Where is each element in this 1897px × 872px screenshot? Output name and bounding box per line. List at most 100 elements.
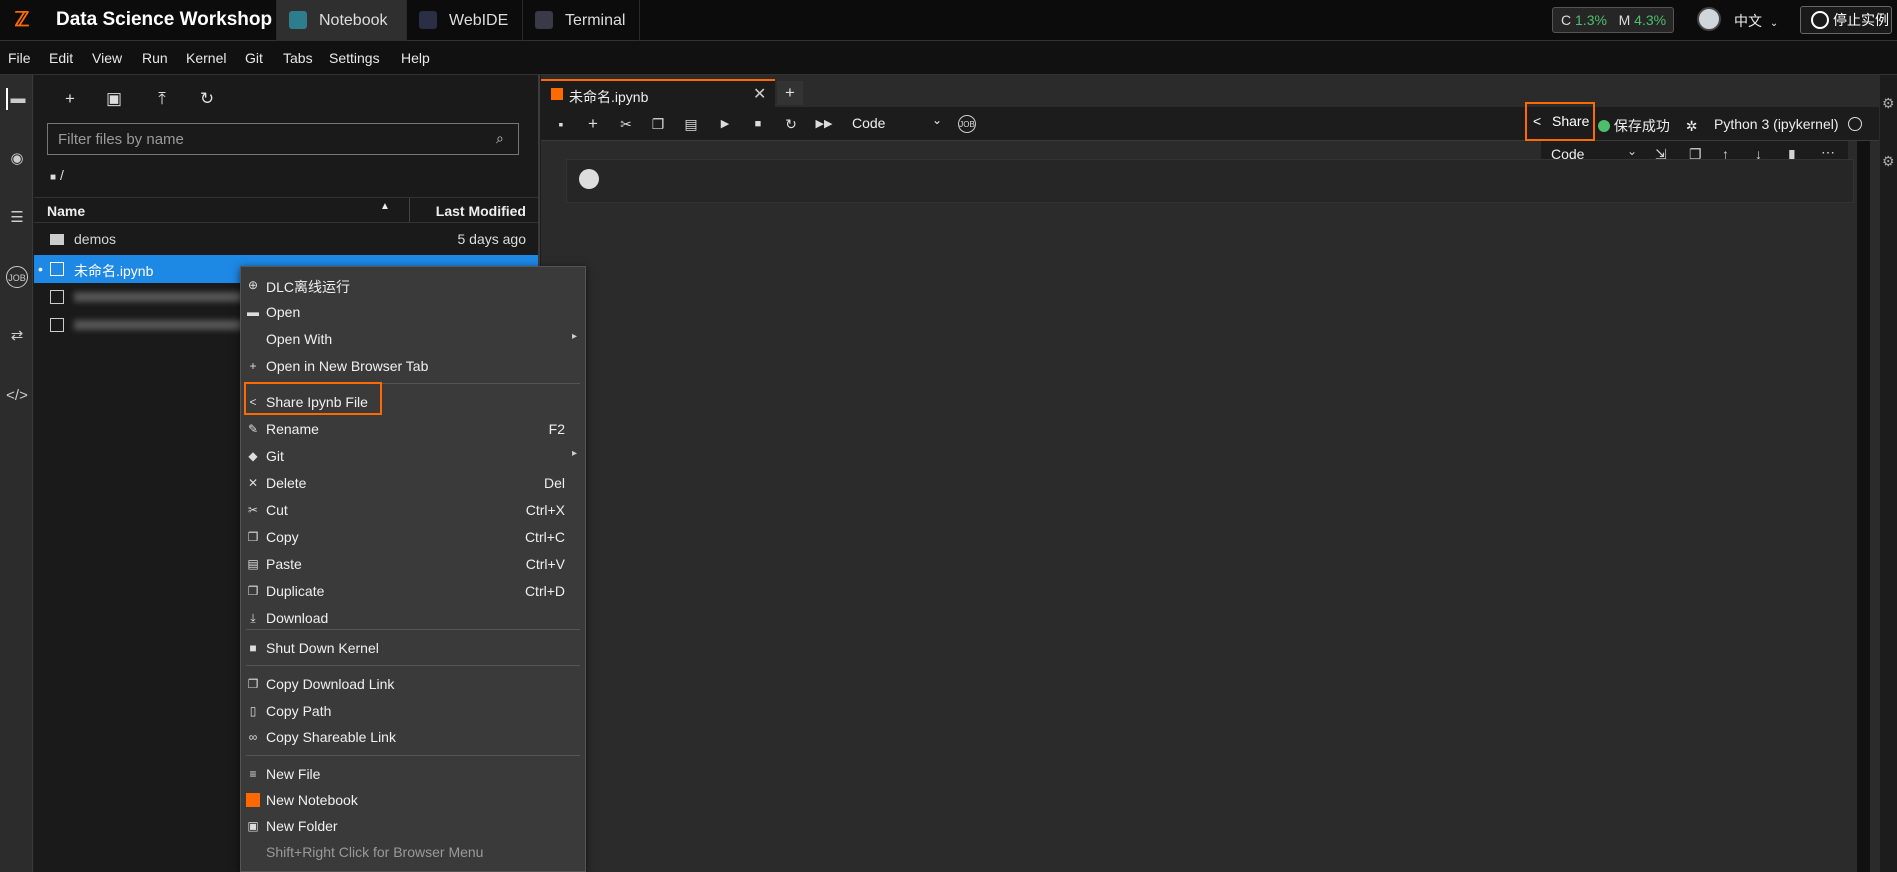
shuffle-icon[interactable]: ⇄ bbox=[6, 325, 28, 347]
chevron-down-icon: ⌄ bbox=[1627, 144, 1638, 158]
menu-item-shutdown-kernel[interactable]: ■ Shut Down Kernel bbox=[241, 635, 585, 661]
stop-icon[interactable]: ■ bbox=[749, 115, 767, 133]
add-tab-button[interactable]: + bbox=[777, 81, 803, 105]
context-menu: ⊕ DLC离线运行 ▬ Open Open With ▸ + Open in N… bbox=[240, 266, 586, 872]
menu-edit[interactable]: Edit bbox=[49, 50, 73, 66]
menu-kernel[interactable]: Kernel bbox=[186, 50, 226, 66]
menu-item-new-file[interactable]: ≡ New File bbox=[241, 761, 585, 787]
tab-notebook[interactable]: Notebook bbox=[276, 0, 406, 41]
scrollbar[interactable] bbox=[1857, 141, 1870, 872]
insert-cell-icon[interactable]: + bbox=[584, 115, 602, 133]
pencil-icon: ✎ bbox=[247, 422, 259, 436]
search-icon: ⌕ bbox=[496, 130, 504, 146]
notebook-icon bbox=[50, 262, 64, 276]
running-dot-icon: • bbox=[38, 261, 43, 277]
menu-item-copy-path[interactable]: ▯ Copy Path bbox=[241, 698, 585, 724]
file-name: 未命名.ipynb bbox=[74, 263, 154, 279]
menu-item-copy-download-link[interactable]: ❐ Copy Download Link bbox=[241, 671, 585, 697]
new-folder-button[interactable]: ▣ bbox=[103, 88, 125, 110]
share-button[interactable]: < Share bbox=[1525, 102, 1595, 141]
running-icon[interactable]: ◉ bbox=[6, 148, 28, 170]
blurred-filename bbox=[74, 292, 244, 302]
menu-item-label: Open With bbox=[266, 331, 333, 347]
folder-icon[interactable]: ▬ bbox=[6, 88, 28, 110]
new-launcher-button[interactable]: + bbox=[59, 88, 81, 110]
menu-item-download[interactable]: ⤓ Download bbox=[241, 605, 585, 631]
code-cell[interactable] bbox=[566, 159, 1854, 203]
save-status: 保存成功 ✲ bbox=[1598, 116, 1698, 136]
paste-icon[interactable]: ▤ bbox=[682, 115, 700, 133]
cpu-label: C bbox=[1561, 12, 1572, 28]
menu-item-open-with[interactable]: Open With ▸ bbox=[241, 326, 585, 352]
run-cell-button[interactable] bbox=[579, 169, 599, 189]
menu-run[interactable]: Run bbox=[142, 50, 168, 66]
menu-item-rename[interactable]: ✎ Rename F2 bbox=[241, 416, 585, 442]
menu-settings[interactable]: Settings bbox=[329, 50, 380, 66]
terminal-icon bbox=[535, 11, 553, 29]
menu-item-dlc[interactable]: ⊕ DLC离线运行 bbox=[241, 272, 585, 298]
breadcrumb[interactable]: ■ / bbox=[50, 167, 64, 183]
resource-metrics: C 1.3% M 4.3% bbox=[1552, 7, 1674, 33]
menu-item-cut[interactable]: ✂ Cut Ctrl+X bbox=[241, 497, 585, 523]
menu-item-open[interactable]: ▬ Open bbox=[241, 299, 585, 325]
menu-tabs[interactable]: Tabs bbox=[283, 50, 313, 66]
restart-icon[interactable]: ↻ bbox=[782, 115, 800, 133]
folder-icon bbox=[50, 234, 64, 245]
menu-item-shortcut: Del bbox=[543, 475, 565, 491]
file-icon bbox=[50, 318, 64, 332]
tab-notebook-label: Notebook bbox=[319, 12, 388, 29]
tab-webide[interactable]: WebIDE bbox=[406, 0, 522, 41]
menu-item-git[interactable]: ◆ Git ▸ bbox=[241, 443, 585, 469]
git-icon: ◆ bbox=[248, 449, 258, 463]
share-label: Share bbox=[1552, 113, 1590, 129]
menu-item-paste[interactable]: ▤ Paste Ctrl+V bbox=[241, 551, 585, 577]
code-icon[interactable]: </> bbox=[6, 385, 28, 407]
menu-item-delete[interactable]: ✕ Delete Del bbox=[241, 470, 585, 496]
tab-terminal[interactable]: Terminal bbox=[522, 0, 640, 41]
menu-item-open-new-tab[interactable]: + Open in New Browser Tab bbox=[241, 353, 585, 379]
menu-item-new-notebook[interactable]: New Notebook bbox=[241, 787, 585, 813]
fast-forward-icon[interactable]: ▶▶ bbox=[815, 115, 833, 133]
menu-help[interactable]: Help bbox=[401, 50, 430, 66]
upload-button[interactable]: ⤒ bbox=[151, 88, 173, 110]
gear-icon[interactable]: ⚙ bbox=[1882, 95, 1895, 112]
copy-icon[interactable]: ❐ bbox=[649, 115, 667, 133]
scissors-icon[interactable]: ✂ bbox=[617, 115, 635, 133]
stop-instance-button[interactable]: 停止实例 bbox=[1800, 6, 1892, 34]
menu-item-copy-shareable-link[interactable]: ∞ Copy Shareable Link bbox=[241, 724, 585, 750]
menu-view[interactable]: View bbox=[92, 50, 122, 66]
column-name[interactable]: Name bbox=[47, 203, 85, 219]
menu-item-label: Download bbox=[266, 610, 329, 626]
run-icon[interactable]: ▶ bbox=[716, 115, 734, 133]
menu-item-label: Delete bbox=[266, 475, 307, 491]
job-icon[interactable]: JOB bbox=[6, 266, 28, 288]
menu-item-copy[interactable]: ❐ Copy Ctrl+C bbox=[241, 524, 585, 550]
menu-item-duplicate[interactable]: ❐ Duplicate Ctrl+D bbox=[241, 578, 585, 604]
job-icon[interactable]: JOB bbox=[958, 115, 976, 133]
column-last-modified[interactable]: Last Modified bbox=[436, 203, 526, 219]
menu-item-new-folder[interactable]: ▣ New Folder bbox=[241, 813, 585, 839]
folder-icon: ■ bbox=[50, 172, 57, 183]
toc-icon[interactable]: ☰ bbox=[6, 207, 28, 229]
language-select[interactable]: 中文 ⌄ bbox=[1734, 11, 1778, 31]
menu-item-shortcut: Ctrl+D bbox=[524, 583, 565, 599]
notebook-tab[interactable]: 未命名.ipynb ✕ bbox=[541, 79, 775, 107]
menu-item-label: Open bbox=[266, 304, 301, 320]
bug-icon[interactable]: ✲ bbox=[1686, 118, 1698, 134]
menu-file[interactable]: File bbox=[8, 50, 31, 66]
copy-icon: ❐ bbox=[247, 677, 259, 691]
save-icon[interactable]: ▪ bbox=[552, 115, 570, 133]
cell-type-select[interactable]: Code ⌄ bbox=[852, 113, 946, 131]
file-filter-input[interactable] bbox=[47, 123, 519, 155]
menu-item-label: Copy Path bbox=[266, 703, 332, 719]
save-status-text: 保存成功 bbox=[1613, 118, 1670, 134]
close-icon[interactable]: ✕ bbox=[753, 84, 766, 104]
refresh-button[interactable]: ↻ bbox=[196, 88, 218, 110]
kernel-status[interactable]: Python 3 (ipykernel) bbox=[1714, 116, 1863, 132]
file-list-header: Name ▲ Last Modified bbox=[34, 197, 538, 223]
property-icon[interactable]: ⚙ bbox=[1882, 153, 1895, 170]
menu-git[interactable]: Git bbox=[245, 50, 263, 66]
avatar[interactable] bbox=[1697, 7, 1721, 31]
file-row-demos[interactable]: demos 5 days ago bbox=[34, 225, 538, 253]
globe-icon: ⊕ bbox=[247, 278, 259, 292]
